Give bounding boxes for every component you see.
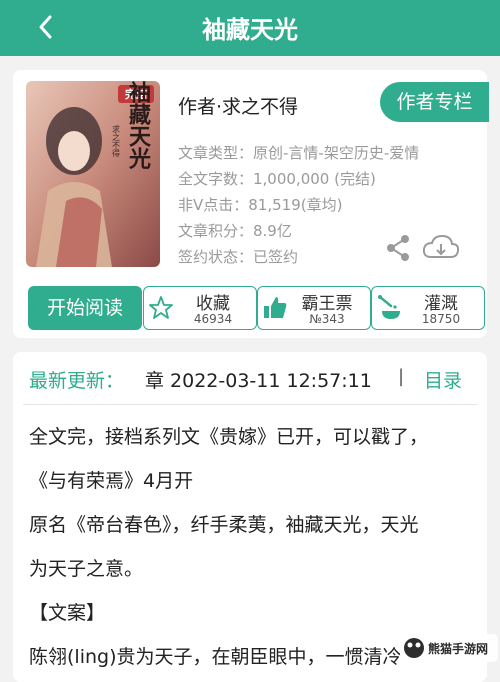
divider	[23, 404, 477, 405]
book-info-card: 完结 袖藏天光 求之不得 作者·求之不得 作者专栏 文章类型：原创-言情-架空历…	[13, 70, 489, 338]
collect-label: 收藏	[196, 294, 230, 314]
water-label: 灌溉	[424, 294, 458, 314]
start-reading-button[interactable]: 开始阅读	[28, 286, 142, 330]
watermark-text: 熊猫手游网	[428, 641, 488, 656]
collect-button[interactable]: 收藏 46934	[143, 286, 257, 330]
meta-genre: 文章类型：原创-言情-架空历史-爱情	[178, 144, 420, 162]
watering-can-icon	[378, 295, 400, 319]
latest-update-label: 最新更新：	[29, 370, 125, 392]
separator: |	[398, 366, 405, 387]
toc-link[interactable]: 目录	[424, 366, 462, 393]
intro-line: 原名《帝台春色》，纤手柔荑，袖藏天光，天光	[29, 514, 419, 536]
water-count: 18750	[421, 312, 461, 326]
ticket-count: №343	[309, 312, 345, 326]
ticket-label: 霸王票	[301, 294, 353, 314]
cover-author: 求之不得	[112, 124, 121, 157]
water-button[interactable]: 灌溉 18750	[371, 286, 485, 330]
page-title: 袖藏天光	[202, 16, 298, 44]
thumbs-up-icon	[264, 297, 287, 318]
intro-line: 为天子之意。	[29, 558, 144, 580]
book-cover-image[interactable]: 完结 袖藏天光 求之不得	[26, 81, 160, 267]
ticket-button[interactable]: 霸王票 №343	[257, 286, 371, 330]
meta-contract: 签约状态：已签约	[178, 248, 299, 266]
meta-word-count: 全文字数：1,000,000 (完结)	[178, 170, 376, 188]
share-icon[interactable]	[383, 233, 413, 263]
author-column-button[interactable]: 作者专栏	[380, 82, 489, 122]
meta-score: 文章积分：8.9亿	[178, 222, 292, 240]
intro-line: 陈翎(ling)贵为天子，在朝臣眼中，一惯清冷	[29, 646, 402, 668]
meta-clicks: 非Ⅴ点击：81,519(章均)	[178, 196, 343, 214]
intro-line: 全文完，接档系列文《贵嫁》已开，可以戳了，	[29, 426, 429, 448]
author-name[interactable]: 作者·求之不得	[178, 92, 298, 119]
latest-update-chapter[interactable]: 章 2022-03-11 12:57:11	[145, 366, 372, 393]
cover-title: 袖藏天光	[125, 81, 152, 170]
star-icon	[149, 296, 173, 319]
intro-line: 《与有荣焉》4月开	[29, 470, 194, 492]
intro-heading: 【文案】	[29, 602, 106, 624]
watermark-logo: 熊猫手游网	[400, 634, 498, 662]
top-bar: 袖藏天光	[0, 0, 500, 56]
collect-count: 46934	[193, 312, 233, 326]
cloud-download-icon[interactable]	[421, 233, 461, 263]
